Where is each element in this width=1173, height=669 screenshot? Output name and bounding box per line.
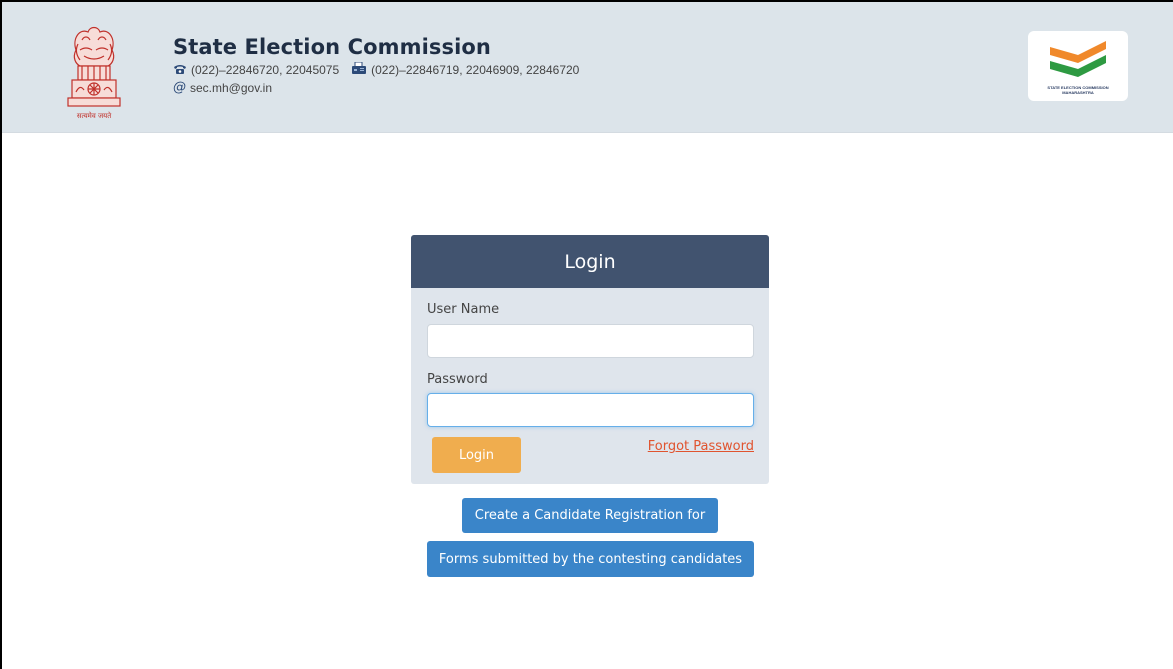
phone-numbers: (022)–22846720, 22045075 <box>191 63 340 77</box>
national-emblem: सत्यमेव जयते <box>62 24 126 122</box>
sec-maharashtra-logo: STATE ELECTION COMMISSION MAHARASHTRA <box>1028 31 1128 101</box>
at-sign-icon: @ <box>173 80 186 95</box>
forgot-password-link[interactable]: Forgot Password <box>648 439 754 454</box>
contact-phones: (022)–22846720, 22045075 (022)–22846719,… <box>173 61 580 78</box>
fax-icon <box>351 61 367 78</box>
contact-email: @ sec.mh@gov.in <box>173 80 579 96</box>
password-input[interactable] <box>427 393 754 427</box>
email-address: sec.mh@gov.in <box>190 81 272 95</box>
telephone-icon <box>173 62 187 78</box>
sec-logo-text: STATE ELECTION COMMISSION MAHARASHTRA <box>1047 85 1109 95</box>
fax-numbers: (022)–22846719, 22046909, 22846720 <box>371 63 580 77</box>
login-heading: Login <box>411 235 769 288</box>
emblem-caption: सत्यमेव जयते <box>77 111 112 120</box>
password-label: Password <box>427 372 488 387</box>
login-button[interactable]: Login <box>432 437 521 473</box>
username-label: User Name <box>427 302 500 317</box>
site-title: State Election Commission <box>173 35 491 59</box>
site-header: सत्यमेव जयते State Election Commission (… <box>2 2 1173 133</box>
login-panel: Login User Name Password Login Forgot Pa… <box>411 235 769 484</box>
username-input[interactable] <box>427 324 754 358</box>
title-block: State Election Commission (022)–22846720… <box>173 34 579 96</box>
create-candidate-registration-button[interactable]: Create a Candidate Registration for <box>462 498 718 533</box>
forms-submitted-button[interactable]: Forms submitted by the contesting candid… <box>427 541 754 577</box>
